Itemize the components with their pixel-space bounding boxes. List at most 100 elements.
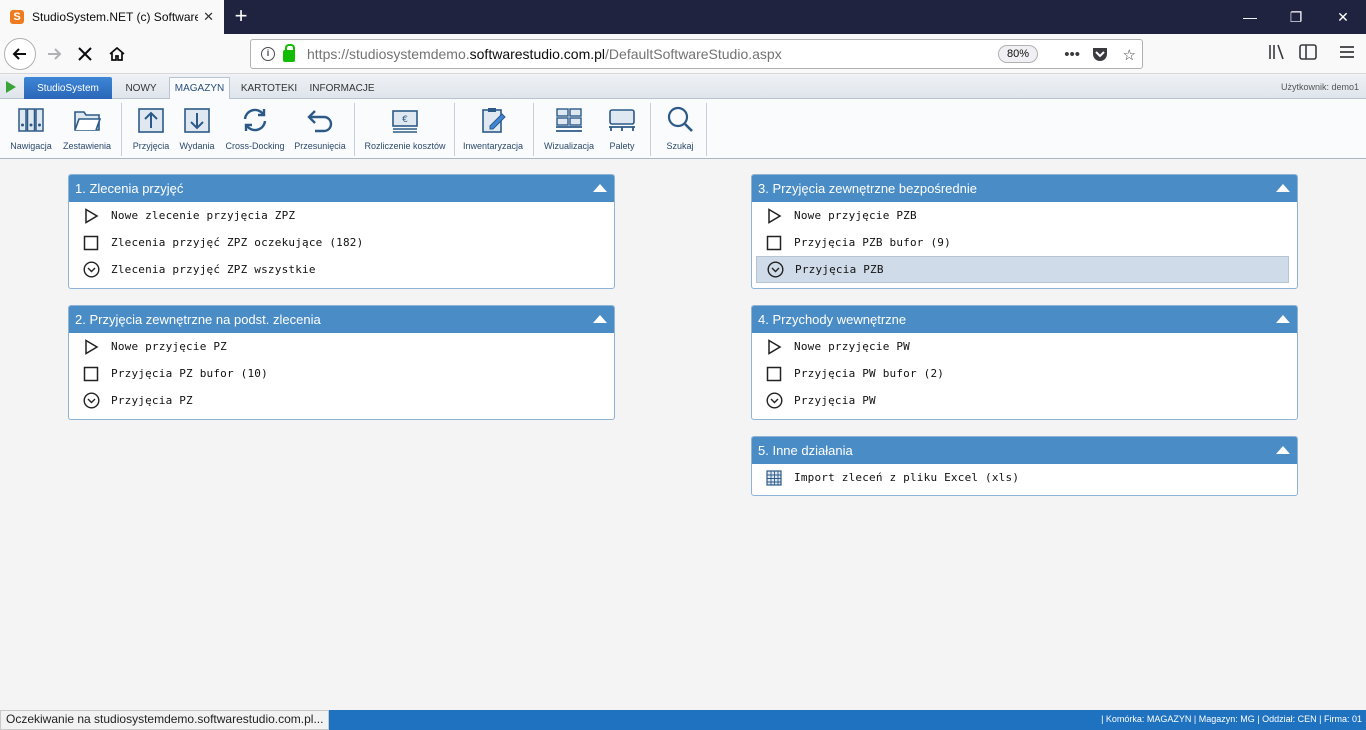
panel-header[interactable]: 5. Inne działania: [752, 437, 1297, 464]
ribbon-palety-button[interactable]: Palety: [602, 105, 642, 155]
ribbon-przyjecia-button[interactable]: Przyjęcia: [131, 105, 171, 155]
close-tab-icon[interactable]: ✕: [203, 9, 214, 25]
restore-icon[interactable]: ❐: [1273, 0, 1319, 34]
chevron-circle-down-icon: [79, 258, 103, 282]
browser-tab-bar: S StudioSystem.NET (c) Software ✕ + — ❐ …: [0, 0, 1366, 34]
bookmark-star-icon[interactable]: ☆: [1123, 46, 1136, 64]
close-window-icon[interactable]: ✕: [1320, 0, 1366, 34]
list-item[interactable]: Import zleceń z pliku Excel (xls): [756, 464, 1289, 491]
money-icon: €: [392, 110, 418, 133]
url-bar[interactable]: i https://studiosystemdemo.softwarestudi…: [250, 39, 1143, 69]
panel-title: 1. Zlecenia przyjęć: [75, 181, 184, 196]
ribbon-separator: [121, 103, 122, 156]
new-tab-icon[interactable]: +: [230, 4, 252, 28]
list-item[interactable]: Nowe przyjęcie PZ: [73, 333, 606, 360]
panel-header[interactable]: 4. Przychody wewnętrzne: [752, 306, 1297, 333]
hamburger-menu-icon[interactable]: [1339, 44, 1355, 64]
search-icon: [667, 106, 693, 132]
panel-header[interactable]: 3. Przyjęcia zewnętrzne bezpośrednie: [752, 175, 1297, 202]
list-item[interactable]: Nowe przyjęcie PW: [756, 333, 1289, 360]
panel-title: 4. Przychody wewnętrzne: [758, 312, 907, 327]
ribbon-inwentaryzacja-button[interactable]: Inwentaryzacja: [462, 105, 524, 155]
ribbon-przesuniecia-button[interactable]: Przesunięcia: [292, 105, 348, 155]
panel-przychody-wewnetrzne: 4. Przychody wewnętrzne Nowe przyjęcie P…: [751, 305, 1298, 420]
list-item[interactable]: Zlecenia przyjęć ZPZ oczekujące (182): [73, 229, 606, 256]
navigation-bar: i https://studiosystemdemo.softwarestudi…: [0, 34, 1366, 74]
clipboard-pencil-icon: [482, 108, 506, 133]
library-icon[interactable]: [1268, 44, 1286, 65]
upload-box-icon: [138, 108, 164, 133]
ribbon-cross-docking-button[interactable]: Cross-Docking: [225, 105, 285, 155]
ribbon-wydania-button[interactable]: Wydania: [177, 105, 217, 155]
ribbon-separator: [706, 103, 707, 156]
list-item[interactable]: Nowe przyjęcie PZB: [756, 202, 1289, 229]
panel-przyjecia-zewnetrzne-zlecenia: 2. Przyjęcia zewnętrzne na podst. zlecen…: [68, 305, 615, 420]
folder-icon: [74, 111, 102, 131]
collapse-arrow-icon[interactable]: [593, 184, 607, 192]
square-outline-icon: [79, 362, 103, 386]
menu-kartoteki[interactable]: KARTOTEKI: [238, 77, 300, 99]
chevron-circle-down-icon: [79, 389, 103, 413]
collapse-arrow-icon[interactable]: [1276, 315, 1290, 323]
ribbon-szukaj-button[interactable]: Szukaj: [660, 105, 700, 155]
ribbon-separator: [354, 103, 355, 156]
chevron-circle-down-icon: [762, 389, 786, 413]
list-item-highlighted[interactable]: Przyjęcia PZB: [756, 256, 1289, 283]
stop-button[interactable]: [69, 38, 101, 70]
ribbon-separator: [650, 103, 651, 156]
collapse-arrow-icon[interactable]: [1276, 184, 1290, 192]
lock-icon[interactable]: [283, 44, 295, 62]
pocket-icon[interactable]: [1092, 46, 1108, 66]
play-outline-icon: [762, 204, 786, 228]
sidebar-icon[interactable]: [1299, 44, 1317, 65]
menu-studiosystem[interactable]: StudioSystem: [24, 77, 112, 99]
collapse-arrow-icon[interactable]: [593, 315, 607, 323]
menu-informacje[interactable]: INFORMACJE: [308, 77, 376, 99]
info-icon[interactable]: i: [261, 47, 275, 61]
menu-nowy[interactable]: NOWY: [117, 77, 165, 99]
list-item[interactable]: Przyjęcia PW bufor (2): [756, 360, 1289, 387]
ribbon-rozliczenie-kosztow-button[interactable]: € Rozliczenie kosztów: [362, 105, 448, 155]
play-outline-icon: [762, 335, 786, 359]
shelves-icon: [556, 108, 582, 132]
back-button[interactable]: [4, 38, 36, 70]
user-label: Użytkownik: demo1: [1280, 82, 1359, 92]
list-item[interactable]: Przyjęcia PW: [756, 387, 1289, 414]
panel-przyjecia-bezposrednie: 3. Przyjęcia zewnętrzne bezpośrednie Now…: [751, 174, 1298, 289]
main-content: 1. Zlecenia przyjęć Nowe zlecenie przyję…: [0, 160, 1366, 710]
url-text[interactable]: https://studiosystemdemo.softwarestudio.…: [307, 46, 782, 62]
browser-tab[interactable]: S StudioSystem.NET (c) Software ✕: [0, 0, 224, 34]
minimize-icon[interactable]: —: [1227, 0, 1273, 34]
ribbon-separator: [454, 103, 455, 156]
ribbon-nawigacja-button[interactable]: Nawigacja: [8, 105, 54, 155]
stop-icon: [78, 47, 92, 61]
panel-header[interactable]: 1. Zlecenia przyjęć: [69, 175, 614, 202]
list-item[interactable]: Przyjęcia PZ bufor (10): [73, 360, 606, 387]
undo-arrow-icon: [307, 110, 333, 133]
binders-icon: [18, 108, 44, 132]
ribbon-toolbar: Nawigacja Zestawienia Przyjęcia Wydania …: [0, 99, 1366, 159]
list-item[interactable]: Zlecenia przyjęć ZPZ wszystkie: [73, 256, 606, 283]
panel-header[interactable]: 2. Przyjęcia zewnętrzne na podst. zlecen…: [69, 306, 614, 333]
forward-button[interactable]: [38, 38, 70, 70]
play-icon[interactable]: [6, 81, 16, 93]
context-info: | Komórka: MAGAZYN | Magazyn: MG | Oddzi…: [1101, 714, 1362, 724]
ribbon-wizualizacja-button[interactable]: Wizualizacja: [542, 105, 596, 155]
square-outline-icon: [762, 362, 786, 386]
panel-title: 3. Przyjęcia zewnętrzne bezpośrednie: [758, 181, 977, 196]
list-item[interactable]: Nowe zlecenie przyjęcia ZPZ: [73, 202, 606, 229]
ribbon-zestawienia-button[interactable]: Zestawienia: [60, 105, 114, 155]
collapse-arrow-icon[interactable]: [1276, 446, 1290, 454]
panel-title: 5. Inne działania: [758, 443, 853, 458]
tab-title: StudioSystem.NET (c) Software: [32, 10, 198, 24]
zoom-indicator[interactable]: 80%: [997, 45, 1038, 63]
list-item[interactable]: Przyjęcia PZ: [73, 387, 606, 414]
ribbon-separator: [533, 103, 534, 156]
home-button[interactable]: [101, 38, 133, 70]
status-bar: Oczekiwanie na studiosystemdemo.software…: [0, 710, 1366, 730]
list-item[interactable]: Przyjęcia PZB bufor (9): [756, 229, 1289, 256]
page-actions-icon[interactable]: •••: [1064, 46, 1080, 63]
menu-magazyn[interactable]: MAGAZYN: [169, 77, 230, 99]
download-box-icon: [184, 108, 210, 133]
refresh-arrows-icon: [243, 108, 267, 132]
